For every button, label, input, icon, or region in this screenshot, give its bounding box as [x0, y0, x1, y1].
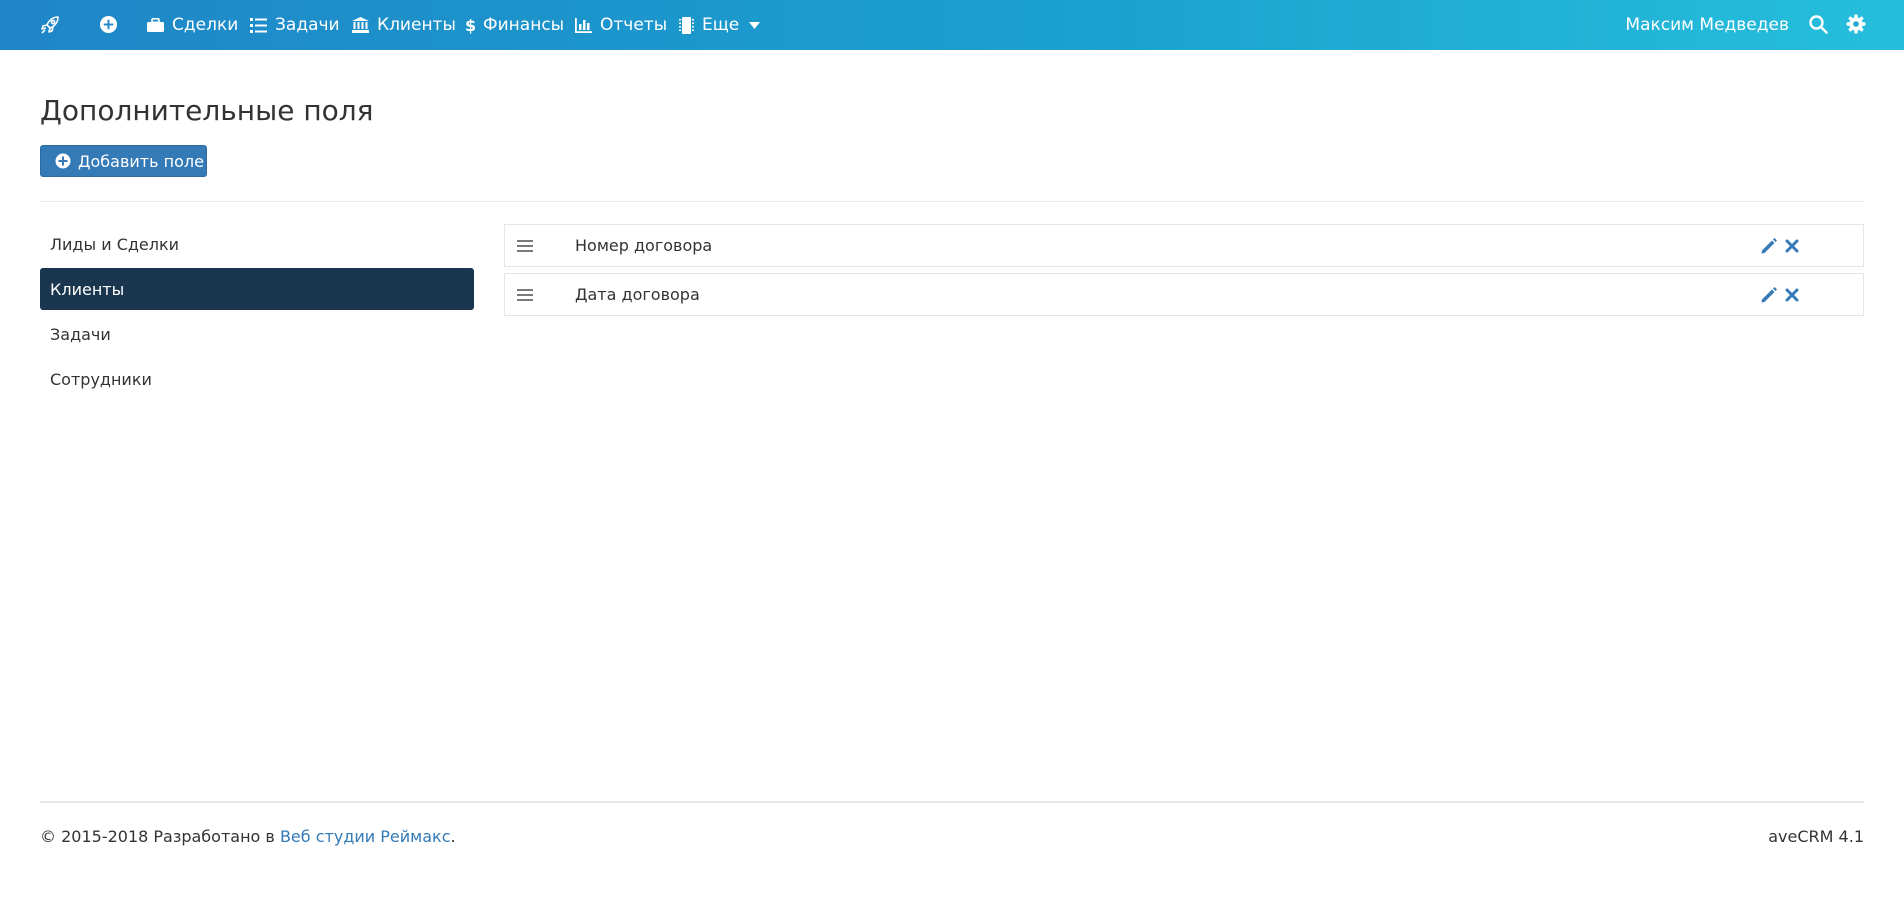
bank-icon — [352, 17, 369, 33]
field-row: Дата договора — [504, 273, 1864, 316]
sidebar-item-tasks[interactable]: Задачи — [40, 313, 474, 355]
search-icon[interactable] — [1809, 15, 1828, 34]
delete-icon[interactable] — [1784, 287, 1800, 303]
sidebar-item-leads-deals[interactable]: Лиды и Сделки — [40, 223, 474, 265]
nav-clients-label: Клиенты — [377, 15, 456, 35]
nav-deals-label: Сделки — [172, 15, 239, 35]
caret-down-icon — [749, 21, 761, 29]
gear-icon[interactable] — [1846, 14, 1866, 34]
sidebar-item-clients[interactable]: Клиенты — [40, 268, 474, 310]
user-name[interactable]: Максим Медведев — [1625, 0, 1789, 50]
nav-clients[interactable]: Клиенты — [352, 0, 456, 50]
microchip-icon — [679, 16, 694, 34]
copyright-period: . — [450, 827, 456, 846]
drag-handle-icon[interactable] — [517, 288, 533, 302]
field-label: Номер договора — [575, 236, 713, 255]
sidebar-item-label: Лиды и Сделки — [50, 234, 180, 254]
dollar-icon: $ — [465, 17, 475, 34]
plus-circle-icon — [55, 153, 71, 169]
copyright-text: © 2015-2018 Разработано в — [40, 827, 275, 846]
app-version: aveCRM 4.1 — [1768, 827, 1864, 846]
sidebar-item-employees[interactable]: Сотрудники — [40, 358, 474, 400]
nav-reports[interactable]: Отчеты — [575, 0, 667, 50]
nav-tasks[interactable]: Задачи — [250, 0, 340, 50]
footer-copyright: © 2015-2018 Разработано в Веб студии Рей… — [40, 827, 456, 846]
top-navbar: Сделки Задачи Клиенты $ Финансы Отчеты Е… — [0, 0, 1904, 50]
pencil-icon[interactable] — [1760, 237, 1778, 255]
delete-icon[interactable] — [1784, 238, 1800, 254]
nav-finance[interactable]: $ Финансы — [465, 0, 564, 50]
list-icon — [250, 17, 267, 33]
field-label: Дата договора — [575, 285, 700, 304]
footer-divider — [40, 801, 1864, 803]
nav-finance-label: Финансы — [483, 15, 565, 35]
nav-more-dropdown[interactable]: Еще — [679, 0, 761, 50]
nav-more-label: Еще — [702, 15, 740, 35]
sidebar-item-label: Задачи — [50, 324, 111, 344]
pencil-icon[interactable] — [1760, 286, 1778, 304]
add-field-button-label: Добавить поле — [78, 151, 204, 171]
add-field-button[interactable]: Добавить поле — [40, 145, 207, 177]
bar-chart-icon — [575, 17, 592, 33]
nav-deals[interactable]: Сделки — [147, 0, 238, 50]
page-title: Дополнительные поля — [40, 94, 374, 127]
developer-link[interactable]: Веб студии Реймакс — [280, 827, 451, 846]
nav-tasks-label: Задачи — [275, 15, 340, 35]
plus-circle-icon[interactable] — [99, 15, 118, 34]
svg-text:$: $ — [465, 17, 475, 34]
field-row: Номер договора — [504, 224, 1864, 267]
divider — [40, 201, 1864, 202]
briefcase-icon — [147, 17, 164, 32]
drag-handle-icon[interactable] — [517, 239, 533, 253]
sidebar-item-label: Клиенты — [50, 279, 125, 299]
nav-reports-label: Отчеты — [600, 15, 668, 35]
rocket-icon[interactable] — [38, 13, 62, 37]
sidebar-item-label: Сотрудники — [50, 369, 152, 389]
